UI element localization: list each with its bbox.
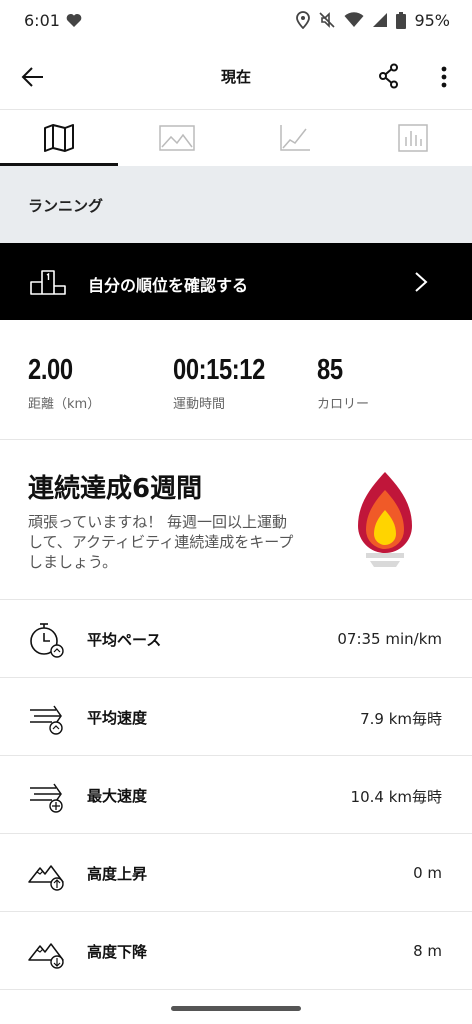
share-button[interactable] bbox=[374, 60, 404, 92]
battery-percent: 95% bbox=[414, 10, 450, 30]
wifi-icon bbox=[344, 12, 364, 27]
tab-stats[interactable] bbox=[354, 110, 472, 166]
metric-row-average-speed: 平均速度 7.9 km毎時 bbox=[0, 678, 472, 756]
heart-icon bbox=[66, 13, 82, 27]
metric-value: 10.4 km毎時 bbox=[350, 788, 442, 806]
activity-type-section: ランニング bbox=[0, 166, 472, 243]
battery-icon bbox=[396, 11, 407, 29]
metric-value: 8 m bbox=[413, 942, 442, 960]
elevation-down-icon bbox=[28, 943, 64, 969]
image-icon bbox=[159, 125, 195, 151]
status-time: 6:01 bbox=[24, 10, 60, 30]
podium-icon bbox=[30, 270, 66, 295]
tab-graph[interactable] bbox=[236, 110, 354, 166]
share-icon bbox=[379, 63, 398, 89]
line-chart-icon bbox=[280, 125, 310, 151]
metric-row-average-pace: 平均ペース 07:35 min/km bbox=[0, 600, 472, 678]
metric-value: 0 m bbox=[413, 864, 442, 882]
distance-label: 距離（km） bbox=[28, 397, 101, 412]
more-vert-icon bbox=[441, 66, 447, 88]
flame-icon bbox=[358, 472, 412, 567]
streak-card: 連続達成6週間 頑張っていますね！ 毎週一回以上運動して、アクティビティ連続達成… bbox=[0, 440, 472, 600]
calories-label: カロリー bbox=[317, 397, 370, 412]
metric-value: 7.9 km毎時 bbox=[360, 710, 442, 728]
stat-duration: 00:15:12 運動時間 bbox=[173, 354, 285, 412]
status-bar: 6:01 95% bbox=[0, 0, 472, 40]
tab-map[interactable] bbox=[0, 110, 118, 166]
app-bar: 現在 bbox=[0, 40, 472, 110]
metric-label: 平均ペース bbox=[87, 631, 162, 649]
metric-label: 高度上昇 bbox=[87, 865, 148, 883]
map-icon bbox=[44, 124, 74, 152]
metric-row-elevation-gain: 高度上昇 0 m bbox=[0, 834, 472, 912]
rank-banner-label: 自分の順位を確認する bbox=[88, 276, 249, 295]
stat-calories: 85 カロリー bbox=[317, 354, 369, 412]
bar-chart-icon bbox=[398, 124, 428, 152]
tab-bar bbox=[0, 110, 472, 166]
metric-label: 高度下降 bbox=[87, 943, 148, 961]
speed-average-icon bbox=[30, 705, 63, 735]
chevron-right-icon bbox=[415, 272, 428, 292]
elevation-up-icon bbox=[28, 865, 64, 891]
mute-icon bbox=[319, 12, 336, 28]
metric-value: 07:35 min/km bbox=[337, 630, 442, 648]
metric-row-elevation-loss: 高度下降 8 m bbox=[0, 912, 472, 990]
stat-distance: 2.00 距離（km） bbox=[28, 354, 100, 412]
duration-value: 00:15:12 bbox=[173, 354, 265, 386]
activity-type-label: ランニング bbox=[28, 197, 104, 215]
tab-photo[interactable] bbox=[118, 110, 236, 166]
speed-max-icon bbox=[30, 783, 63, 813]
home-indicator[interactable] bbox=[171, 1006, 301, 1011]
metric-label: 最大速度 bbox=[87, 787, 148, 805]
calories-value: 85 bbox=[317, 354, 343, 386]
signal-icon bbox=[373, 13, 388, 27]
rank-banner[interactable]: 自分の順位を確認する bbox=[0, 243, 472, 320]
summary-stats: 2.00 距離（km） 00:15:12 運動時間 85 カロリー bbox=[0, 320, 472, 440]
more-options-button[interactable] bbox=[432, 62, 456, 92]
metric-label: 平均速度 bbox=[87, 709, 148, 727]
streak-title: 連続達成6週間 bbox=[28, 474, 203, 504]
stopwatch-icon bbox=[30, 623, 64, 658]
location-icon bbox=[296, 11, 311, 29]
duration-label: 運動時間 bbox=[173, 397, 226, 412]
metric-row-max-speed: 最大速度 10.4 km毎時 bbox=[0, 756, 472, 834]
streak-description: 頑張っていますね！ 毎週一回以上運動して、アクティビティ連続達成をキープしましょ… bbox=[28, 513, 294, 571]
distance-value: 2.00 bbox=[28, 354, 73, 386]
